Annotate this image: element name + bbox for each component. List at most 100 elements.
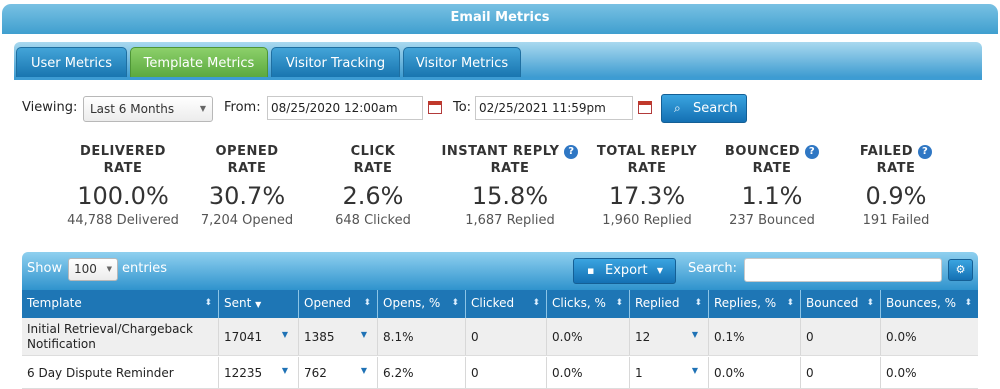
tab-template-metrics[interactable]: Template Metrics	[130, 47, 268, 79]
metric-title: CLICK	[350, 144, 396, 159]
sort-icon: ⬍	[451, 298, 459, 308]
calendar-icon[interactable]	[428, 101, 442, 114]
metric-title: FAILED ?	[846, 143, 946, 160]
cell-template: 6 Day Dispute Reminder	[22, 357, 219, 388]
column-header-sent[interactable]: Sent ▼	[219, 290, 299, 318]
metric-value: 15.8%	[471, 182, 549, 210]
table-search-label: Search:	[688, 261, 738, 276]
cell-template: Initial Retrieval/Chargeback Notificatio…	[22, 318, 219, 355]
cell-replies-pct: 0.0%	[709, 357, 801, 388]
help-icon[interactable]: ?	[805, 145, 820, 159]
metric-opened: OPENED RATE 30.7% 7,204 Opened	[192, 143, 302, 228]
cell-opened: 762 ▼	[299, 357, 378, 388]
tab-bar: User Metrics Template Metrics Visitor Tr…	[14, 42, 982, 79]
cell-replies-pct: 0.1%	[709, 318, 801, 355]
dropdown-caret-icon[interactable]: ▼	[282, 330, 288, 339]
dropdown-caret-icon[interactable]: ▼	[692, 366, 698, 375]
metric-title: BOUNCED ?	[718, 143, 826, 160]
cell-bounces-pct: 0.0%	[886, 365, 917, 380]
sort-icon: ⬍	[694, 298, 702, 308]
cell-opened: 1385 ▼	[299, 318, 378, 355]
dropdown-caret-icon[interactable]: ▼	[361, 330, 367, 339]
column-header-bounces-pct[interactable]: Bounces, % ⬍	[881, 290, 978, 318]
table-search-input[interactable]	[744, 258, 942, 282]
metric-title: DELIVERED	[80, 144, 166, 159]
cell-opens-pct: 6.2%	[378, 357, 466, 388]
sort-icon: ⬍	[615, 298, 623, 308]
search-icon: ⌕	[674, 101, 681, 115]
tab-visitor-tracking[interactable]: Visitor Tracking	[271, 47, 400, 79]
tab-underline	[14, 77, 982, 80]
cell-sent: 12235 ▼	[219, 357, 299, 388]
cell-clicks-pct: 0.0%	[547, 357, 630, 388]
metric-sub: 191 Failed	[862, 213, 930, 228]
viewing-select[interactable]: Last 6 Months ▼	[83, 96, 213, 122]
metric-title: RATE	[103, 161, 143, 176]
tab-user-metrics[interactable]: User Metrics	[16, 47, 127, 79]
column-header-clicked[interactable]: Clicked ⬍	[466, 290, 547, 318]
metric-value: 2.6%	[342, 182, 404, 210]
metric-sub: 1,960 Replied	[602, 213, 692, 228]
search-button[interactable]: ⌕ Search	[661, 94, 747, 123]
column-header-opened[interactable]: Opened ⬍	[299, 290, 378, 318]
dropdown-caret-icon[interactable]: ▼	[282, 366, 288, 375]
column-header-clicks-pct[interactable]: Clicks, % ⬍	[547, 290, 630, 318]
dropdown-caret-icon[interactable]: ▼	[692, 330, 698, 339]
column-header-replies-pct[interactable]: Replies, % ⬍	[709, 290, 801, 318]
table-row[interactable]: 6 Day Dispute Reminder 12235 ▼ 762 ▼ 6.2% …	[22, 357, 978, 389]
metric-value: 0.9%	[865, 182, 927, 210]
metric-delivered: DELIVERED RATE 100.0% 44,788 Delivered	[65, 143, 181, 228]
metric-failed: FAILED ? RATE 0.9% 191 Failed	[846, 143, 946, 228]
column-header-opens-pct[interactable]: Opens, % ⬍	[378, 290, 466, 318]
help-icon[interactable]: ?	[918, 145, 933, 159]
cell-bounced: 0	[801, 318, 881, 355]
metric-title: RATE	[876, 161, 916, 176]
help-icon[interactable]: ?	[564, 145, 579, 159]
chevron-down-icon: ▼	[199, 104, 206, 113]
cell-bounced: 0	[801, 357, 881, 388]
sort-icon: ⬍	[866, 298, 874, 308]
show-label: Show	[27, 261, 63, 276]
metric-title: INSTANT REPLY ?	[436, 143, 584, 160]
window-title: Email Metrics	[2, 4, 998, 34]
table-header: Template ⬍ Sent ▼ Opened ⬍ Opens, % ⬍ Click…	[22, 290, 978, 318]
viewing-label: Viewing:	[22, 100, 78, 115]
metric-instant-reply: INSTANT REPLY ? RATE 15.8% 1,687 Replied	[436, 143, 584, 228]
metric-bounced: BOUNCED ? RATE 1.1% 237 Bounced	[718, 143, 826, 228]
metric-sub: 237 Bounced	[729, 213, 815, 228]
page-size-select[interactable]: 100 ▼	[68, 258, 118, 281]
metric-sub: 648 Clicked	[335, 213, 411, 228]
metric-value: 30.7%	[208, 182, 286, 210]
cell-opens-pct: 8.1%	[378, 318, 466, 355]
cell-sent: 17041 ▼	[219, 318, 299, 355]
metric-value: 100.0%	[77, 182, 169, 210]
column-header-bounced[interactable]: Bounced ⬍	[801, 290, 881, 318]
tab-visitor-metrics[interactable]: Visitor Metrics	[403, 47, 521, 79]
metric-title: TOTAL REPLY	[596, 144, 698, 159]
entries-label: entries	[122, 261, 168, 276]
metric-title: RATE	[227, 161, 267, 176]
sort-icon: ⬍	[964, 298, 972, 308]
cell-clicked: 0	[466, 318, 547, 355]
export-button-label: Export	[605, 263, 648, 278]
metric-value: 17.3%	[608, 182, 686, 210]
to-date-input[interactable]: 02/25/2021 11:59pm	[475, 96, 633, 120]
metric-title: RATE	[627, 161, 667, 176]
table-row[interactable]: Initial Retrieval/Chargeback Notificatio…	[22, 318, 978, 356]
calendar-icon[interactable]	[638, 101, 652, 114]
chevron-down-icon: ▼	[106, 265, 112, 273]
from-date-input[interactable]: 08/25/2020 12:00am	[267, 96, 423, 120]
dropdown-caret-icon[interactable]: ▼	[361, 366, 367, 375]
column-header-replied[interactable]: Replied ⬍	[630, 290, 709, 318]
sort-icon: ⬍	[786, 298, 794, 308]
gear-icon[interactable]: ⚙	[948, 259, 973, 281]
export-button[interactable]: ▪ Export ▼	[573, 258, 676, 284]
metric-title: RATE	[490, 161, 530, 176]
to-label: To:	[453, 100, 472, 115]
sort-icon: ⬍	[204, 298, 212, 308]
viewing-value: Last 6 Months	[90, 102, 175, 116]
cell-replied: 12 ▼	[630, 318, 709, 355]
sort-icon: ⬍	[363, 298, 371, 308]
column-header-template[interactable]: Template ⬍	[22, 290, 219, 318]
metric-value: 1.1%	[741, 182, 803, 210]
